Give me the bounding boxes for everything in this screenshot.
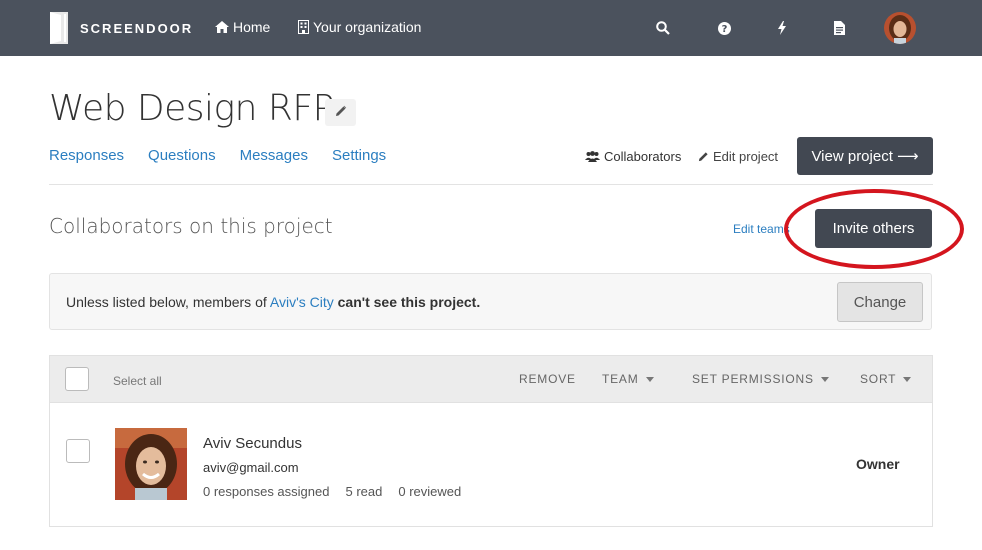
row-checkbox[interactable]: [66, 439, 90, 463]
page-title: Web Design RFP: [49, 88, 334, 129]
brand-name: SCREENDOOR: [80, 20, 194, 36]
collaborator-email: aviv@gmail.com: [203, 460, 299, 475]
collaborator-role: Owner: [856, 456, 900, 472]
visibility-notice: Unless listed below, members of Aviv's C…: [49, 273, 932, 330]
screendoor-logo[interactable]: SCREENDOOR: [50, 12, 193, 44]
collaborators-label: Collaborators: [604, 149, 682, 164]
edit-teams-link[interactable]: Edit teams: [733, 222, 790, 236]
section-title: Collaborators on this project: [49, 214, 333, 238]
responses-assigned: 0 responses assigned: [203, 484, 330, 499]
users-icon: [585, 151, 600, 162]
document-icon[interactable]: [830, 19, 848, 37]
collaborator-name: Aviv Secundus: [203, 435, 302, 452]
invite-others-button[interactable]: Invite others: [815, 209, 932, 248]
change-button[interactable]: Change: [837, 282, 923, 322]
set-permissions-dropdown[interactable]: SET PERMISSIONS: [692, 372, 829, 386]
tab-responses[interactable]: Responses: [49, 147, 124, 164]
set-permissions-label: SET PERMISSIONS: [692, 372, 814, 386]
remove-label: REMOVE: [519, 372, 576, 386]
notice-prefix: Unless listed below, members of: [66, 294, 270, 310]
collaborators-table-header: Select all REMOVE TEAM SET PERMISSIONS S…: [49, 355, 933, 403]
select-all-checkbox[interactable]: [65, 367, 89, 391]
edit-project-link[interactable]: Edit project: [698, 149, 778, 164]
notice-text: Unless listed below, members of Aviv's C…: [66, 294, 480, 310]
home-icon: [215, 21, 229, 33]
sort-dropdown[interactable]: SORT: [860, 372, 912, 386]
notice-suffix: can't see this project.: [337, 294, 481, 310]
responses-reviewed: 0 reviewed: [398, 484, 462, 499]
nav-organization-label: Your organization: [313, 19, 422, 35]
tab-settings[interactable]: Settings: [332, 147, 386, 164]
caret-down-icon: [903, 376, 912, 382]
nav-organization-link[interactable]: Your organization: [298, 19, 421, 35]
pencil-icon: [335, 104, 347, 122]
tab-messages[interactable]: Messages: [240, 147, 308, 164]
help-icon[interactable]: ?: [715, 19, 733, 37]
edit-title-button[interactable]: [325, 99, 356, 126]
header-divider: [49, 184, 933, 185]
team-label: TEAM: [602, 372, 639, 386]
svg-text:?: ?: [721, 24, 727, 35]
table-row: Aviv Secundus aviv@gmail.com 0 responses…: [49, 403, 933, 527]
responses-read: 5 read: [345, 484, 383, 499]
collaborators-link[interactable]: Collaborators: [585, 149, 681, 164]
bolt-icon[interactable]: [773, 19, 791, 37]
select-all-label[interactable]: Select all: [113, 374, 162, 388]
tab-questions[interactable]: Questions: [148, 147, 216, 164]
organization-link[interactable]: Aviv's City: [270, 294, 334, 310]
pencil-icon: [698, 151, 709, 162]
user-avatar[interactable]: [884, 12, 916, 44]
view-project-button[interactable]: View project ⟶: [797, 137, 933, 175]
caret-down-icon: [645, 376, 654, 382]
caret-down-icon: [820, 376, 829, 382]
collaborator-stats: 0 responses assigned 5 read 0 reviewed: [203, 484, 477, 499]
door-icon: [50, 12, 68, 44]
remove-action[interactable]: REMOVE: [519, 372, 576, 386]
nav-home-label: Home: [233, 19, 271, 35]
sort-label: SORT: [860, 372, 897, 386]
project-tabs: Responses Questions Messages Settings: [49, 147, 410, 164]
edit-project-label: Edit project: [713, 149, 779, 164]
top-navbar: SCREENDOOR Home Your organization ?: [0, 0, 982, 56]
nav-home-link[interactable]: Home: [215, 19, 270, 35]
collaborator-avatar: [115, 428, 187, 500]
team-dropdown[interactable]: TEAM: [602, 372, 654, 386]
building-icon: [298, 20, 309, 34]
search-icon[interactable]: [654, 19, 672, 37]
